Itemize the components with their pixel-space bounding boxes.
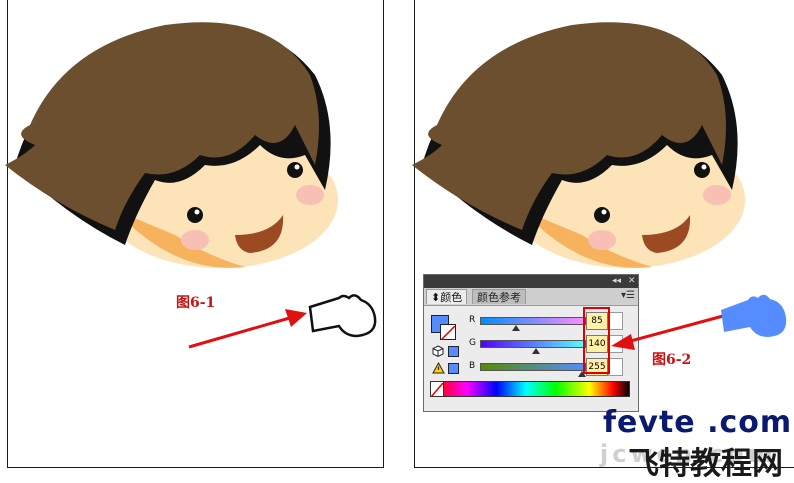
- g-slider-thumb[interactable]: [532, 348, 540, 354]
- b-slider[interactable]: [480, 363, 586, 371]
- tab-color-guide[interactable]: 颜色参考: [472, 289, 526, 304]
- g-slider[interactable]: [480, 340, 586, 348]
- glove-outline-icon: [308, 294, 377, 338]
- tab-color-label: 颜色: [440, 291, 463, 304]
- panel-tab-row: ⬍颜色 颜色参考: [424, 288, 638, 306]
- b-blank-field: [608, 358, 623, 376]
- collapse-icon[interactable]: ◂◂: [612, 275, 621, 288]
- tab-expand-icon: ⬍: [431, 291, 441, 304]
- channel-r-label: R: [469, 315, 476, 325]
- warning-icon[interactable]: [432, 361, 445, 374]
- color-spectrum-bar[interactable]: [430, 381, 630, 397]
- gamut-swatch[interactable]: [448, 363, 459, 374]
- channel-g-label: G: [469, 338, 476, 348]
- none-slash-icon: [440, 325, 456, 341]
- boy-head-illustration-right: [412, 22, 745, 268]
- panel-titlebar[interactable]: ◂◂ ✕: [424, 275, 638, 288]
- r-slider-thumb[interactable]: [512, 325, 520, 331]
- tab-color[interactable]: ⬍颜色: [426, 289, 468, 304]
- none-color-swatch[interactable]: [430, 381, 444, 398]
- web-safe-swatch[interactable]: [448, 346, 459, 357]
- channel-b-label: B: [469, 361, 476, 371]
- close-icon[interactable]: ✕: [628, 275, 636, 288]
- r-slider[interactable]: [480, 317, 586, 325]
- watermark-chinese: 飞特教程网: [628, 446, 783, 482]
- out-of-web-gamut-icon[interactable]: [432, 345, 444, 358]
- menu-icon[interactable]: ▾☰: [621, 290, 635, 301]
- stroke-swatch[interactable]: [440, 324, 456, 341]
- red-arrow-left: [188, 309, 307, 349]
- none-slash-icon: [430, 382, 444, 398]
- figure-caption-right: 图6-2: [652, 352, 692, 368]
- watermark-brand: fevte .com: [603, 405, 793, 440]
- boy-head-illustration-left: [5, 22, 338, 268]
- blue-glove-icon: [721, 294, 787, 337]
